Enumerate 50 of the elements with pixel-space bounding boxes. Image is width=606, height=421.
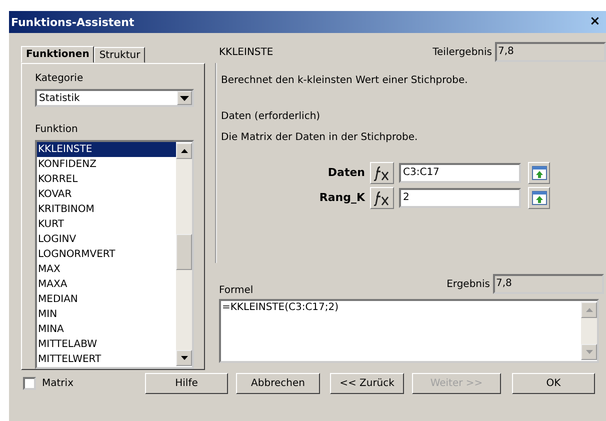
function-list-item[interactable]: MIN [37,307,176,322]
function-list-item[interactable]: MAXA [37,277,176,292]
function-list-item[interactable]: MAX [37,262,176,277]
matrix-label: Matrix [42,378,74,388]
shrink-button[interactable] [528,186,550,209]
dialog-button[interactable]: OK [512,372,595,394]
function-list-item[interactable]: KONFIDENZ [37,157,176,172]
window-title: Funktions-Assistent [11,16,134,28]
function-list-item[interactable]: LOGINV [37,232,176,247]
fx-icon [373,164,391,181]
function-list-item[interactable]: MEDIAN [37,292,176,307]
function-list-item[interactable]: MITTELABW [37,337,176,352]
dialog-button[interactable]: << Zurück [330,372,404,394]
category-label: Kategorie [35,73,84,84]
function-list-item[interactable]: KURT [37,217,176,232]
scroll-down-icon[interactable] [176,350,192,366]
function-list-item[interactable]: KRITBINOM [37,202,176,217]
function-button[interactable] [370,186,394,209]
function-name: KKLEINSTE [219,46,274,58]
function-list-item[interactable]: KORREL [37,172,176,187]
function-list-item[interactable]: MINA [37,322,176,337]
scroll-up-icon[interactable] [176,143,192,159]
function-list-item[interactable]: KKLEINSTE [37,142,176,157]
shrink-button[interactable] [528,162,550,184]
argument-label: Rang_K [318,191,365,204]
category-dropdown[interactable]: Statistik [35,89,194,107]
partial-result-field: 7,8 [495,42,606,62]
function-list-item[interactable]: MITTELWERT [37,352,176,367]
scrollbar-thumb[interactable] [176,234,192,270]
argument-title: Daten (erforderlich) [221,110,322,122]
result-label: Ergebnis [446,278,490,290]
tab[interactable]: Funktionen [21,46,94,63]
fx-icon [373,190,391,206]
argument-label: Daten [326,166,365,180]
tab[interactable]: Struktur [94,47,146,63]
dialog-button[interactable]: Abbrechen [236,372,320,394]
argument-field[interactable]: C3:C17 [399,162,521,183]
function-list-item[interactable]: KOVAR [37,187,176,202]
argument-description: Die Matrix der Daten in der Stichprobe. [221,132,419,143]
function-description: Berechnet den k-kleinsten Wert einer Stichprobe. [221,74,469,86]
close-button[interactable]: × [588,15,602,29]
function-button[interactable] [370,162,394,184]
function-list-item[interactable]: LOGNORMVERT [37,247,176,262]
dialog-button[interactable]: Hilfe [145,372,228,394]
function-label: Funktion [35,124,79,135]
partial-result-label: Teilergebnis [432,46,492,58]
matrix-checkbox[interactable] [23,376,36,390]
result-field: 7,8 [493,274,604,294]
formula-label: Formel [219,285,254,296]
argument-field[interactable]: 2 [399,188,521,208]
